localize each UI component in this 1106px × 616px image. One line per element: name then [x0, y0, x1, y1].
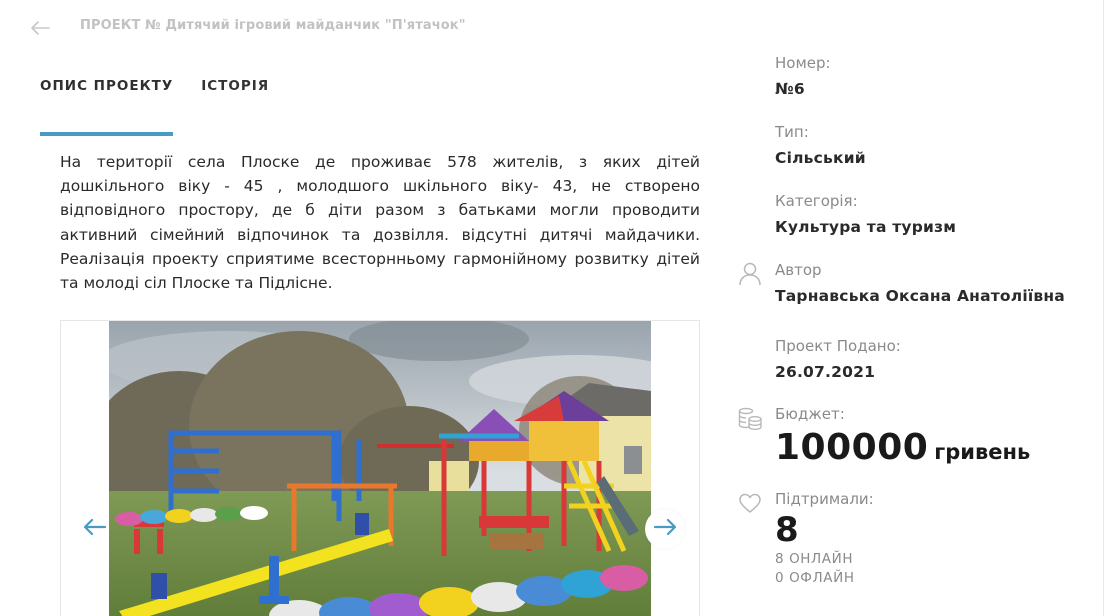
page-title: ПРОЕКТ № Дитячий ігровий майданчик "П'ят… [80, 18, 466, 33]
heart-icon[interactable] [737, 490, 763, 516]
budget-value: 100000 гривень [775, 427, 1030, 468]
submitted-value: 26.07.2021 [775, 363, 876, 381]
submitted-label: Проект Подано: [775, 337, 901, 355]
number-value: №6 [775, 80, 805, 98]
budget-amount: 100000 [775, 427, 929, 468]
right-divider [1103, 0, 1104, 616]
author-label: Автор [775, 261, 822, 279]
coins-icon [737, 405, 763, 431]
type-label: Тип: [775, 123, 809, 141]
number-field: Номер: №6 [775, 54, 831, 98]
category-label: Категорія: [775, 192, 858, 210]
author-value[interactable]: Тарнавська Оксана Анатоліївна [775, 287, 1065, 305]
author-field: Автор Тарнавська Оксана Анатоліївна [739, 261, 1065, 305]
type-value: Сільський [775, 149, 866, 167]
tab-bar: ОПИС ПРОЕКТУ ІСТОРІЯ [40, 78, 297, 136]
budget-field: Бюджет: 100000 гривень [738, 405, 1030, 468]
budget-unit: гривень [934, 440, 1031, 464]
tab-description[interactable]: ОПИС ПРОЕКТУ [40, 78, 174, 136]
support-field: Підтримали: 8 8 ОНЛАЙН 0 ОФЛАЙН [739, 490, 874, 588]
playground-photo [109, 321, 651, 616]
support-online: 8 ОНЛАЙН [775, 551, 854, 567]
support-offline: 0 ОФЛАЙН [775, 570, 855, 586]
arrow-left-icon [83, 518, 107, 540]
budget-label: Бюджет: [775, 405, 845, 423]
arrow-right-icon [653, 518, 677, 540]
category-value: Культура та туризм [775, 218, 957, 236]
photo-gallery [60, 320, 700, 616]
submitted-field: Проект Подано: 26.07.2021 [775, 337, 901, 381]
support-label: Підтримали: [775, 490, 874, 508]
user-icon [737, 260, 763, 286]
tab-history[interactable]: ІСТОРІЯ [201, 78, 269, 122]
top-bar: ПРОЕКТ № Дитячий ігровий майданчик "П'ят… [0, 0, 760, 56]
gallery-next-button[interactable] [645, 509, 685, 549]
type-field: Тип: Сільський [775, 123, 866, 167]
support-count: 8 [775, 510, 799, 550]
project-description: На території села Плоске де проживає 578… [60, 153, 700, 293]
gallery-prev-button[interactable] [75, 509, 115, 549]
back-arrow-icon[interactable] [28, 16, 52, 40]
category-field: Категорія: Культура та туризм [775, 192, 956, 236]
number-label: Номер: [775, 54, 831, 72]
